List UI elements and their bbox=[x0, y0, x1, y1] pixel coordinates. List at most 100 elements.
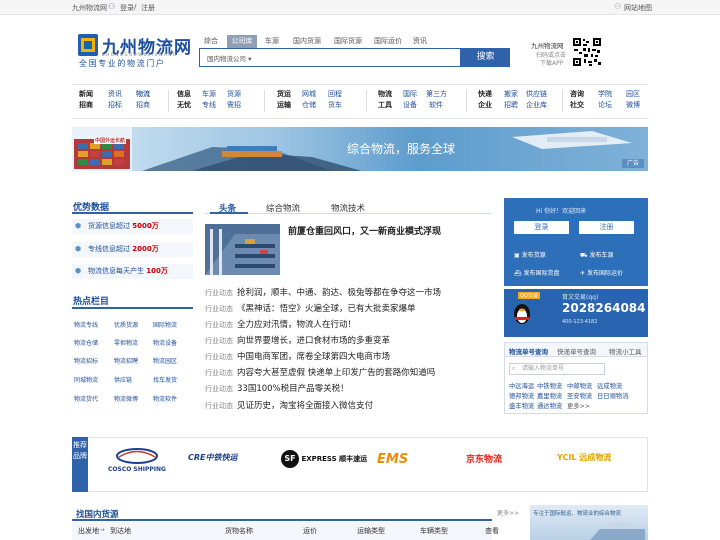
news-item[interactable]: 行业动态 见证历史，淘宝将全面接入微信支付 bbox=[205, 399, 373, 411]
col-from: 出发地 bbox=[78, 527, 99, 535]
carrier-link[interactable]: 日日顺物流 bbox=[597, 391, 628, 400]
nav-link[interactable]: 供应链 bbox=[526, 89, 547, 100]
nav-link[interactable]: 货源 bbox=[227, 89, 241, 100]
nav-link[interactable]: 国际 bbox=[403, 89, 417, 100]
news-item[interactable]: 行业动态 内容夸大甚至虚假 快递单上印发广告的套路你知道吗 bbox=[205, 366, 435, 378]
nav-link[interactable]: 企业库 bbox=[526, 100, 547, 111]
domestic-more-link[interactable]: 更多>> bbox=[497, 508, 519, 517]
carrier-link[interactable]: 中远海运 bbox=[509, 381, 534, 390]
brand-ems[interactable]: EMS bbox=[377, 452, 408, 467]
nav-link[interactable]: 招聘 bbox=[504, 100, 518, 111]
nav-link[interactable]: 回程 bbox=[328, 89, 342, 100]
tracking-number-input[interactable]: ⌕ 请输入物流单号 bbox=[509, 363, 605, 375]
news-item[interactable]: 行业动态 33国100%税目产品零关税！ bbox=[205, 382, 349, 394]
nav-link[interactable]: 软件 bbox=[429, 100, 443, 111]
hot-item[interactable]: 优质货源 bbox=[114, 320, 138, 329]
search-button[interactable]: 搜索 bbox=[461, 48, 510, 67]
qr-code-icon[interactable] bbox=[572, 37, 602, 67]
nav-link[interactable]: 网城 bbox=[302, 89, 316, 100]
carrier-link[interactable]: 盛丰物流 bbox=[509, 401, 534, 410]
carrier-link[interactable]: 德邦物流 bbox=[509, 391, 534, 400]
hot-item[interactable]: 国际物流 bbox=[153, 320, 177, 329]
nav-link[interactable]: 专线 bbox=[202, 100, 216, 111]
sitemap-link[interactable]: 网站地图 bbox=[624, 3, 652, 13]
search-tab-domestic[interactable]: 国内货源 bbox=[289, 35, 325, 48]
nav-link[interactable]: 物流 bbox=[136, 89, 150, 100]
hot-item[interactable]: 物流货代 bbox=[74, 394, 98, 403]
brand-ycil[interactable]: YCIL 远成物流 bbox=[557, 452, 611, 463]
carrier-link[interactable]: 嘉里物流 bbox=[537, 391, 562, 400]
tab-small-tools[interactable]: 物流小工具 bbox=[609, 346, 642, 356]
login-link[interactable]: 登录 bbox=[120, 3, 134, 13]
banner-ad[interactable]: 中国外运长航 综合物流，服务全球 广告 bbox=[72, 127, 648, 171]
hot-item[interactable]: 找车发货 bbox=[153, 375, 177, 384]
hot-item[interactable]: 物流招标 bbox=[74, 356, 98, 365]
post-cargo-button[interactable]: ▣ 发布货源 bbox=[514, 250, 546, 259]
search-tab-intl[interactable]: 国际货源 bbox=[330, 35, 366, 48]
nav-link[interactable]: 第三方 bbox=[426, 89, 447, 100]
nav-link[interactable]: 资讯 bbox=[108, 89, 122, 100]
site-link[interactable]: 九州物流网 bbox=[72, 3, 107, 13]
nav-link[interactable]: 仓储 bbox=[302, 100, 316, 111]
nav-link[interactable]: 学院 bbox=[598, 89, 612, 100]
nav-link[interactable]: 招商 bbox=[136, 100, 150, 111]
carrier-link[interactable]: 圣安物流 bbox=[567, 391, 592, 400]
hot-item[interactable]: 供应链 bbox=[114, 375, 132, 384]
search-tab-intl-price[interactable]: 国际运价 bbox=[370, 35, 406, 48]
tab-logistics-tracking[interactable]: 物流单号查询 bbox=[509, 346, 548, 356]
register-link[interactable]: 注册 bbox=[141, 3, 155, 13]
nav-link[interactable]: 需招 bbox=[227, 100, 241, 111]
register-button[interactable]: 注册 bbox=[579, 221, 634, 234]
side-ad[interactable]: 专注于国际航运、物流业的综合物流 bbox=[530, 505, 648, 540]
brand-cre[interactable]: CRE中铁快运 bbox=[188, 452, 238, 463]
nav-link[interactable]: 搬家 bbox=[504, 89, 518, 100]
search-tab-company[interactable]: 公司库 bbox=[227, 35, 257, 48]
nav-divider bbox=[264, 90, 265, 112]
news-item[interactable]: 行业动态 中国电商军团，席卷全球第四大电商市场 bbox=[205, 350, 390, 362]
arrow-right-icon: → bbox=[99, 526, 105, 534]
hot-item[interactable]: 同城物流 bbox=[74, 375, 98, 384]
post-intl-price-button[interactable]: ✈ 发布国际运价 bbox=[580, 268, 623, 277]
hot-item[interactable]: 物流微博 bbox=[114, 394, 138, 403]
more-carriers-link[interactable]: 更多>> bbox=[567, 401, 590, 410]
brand-sf[interactable]: SF EXPRESS 顺丰速运 bbox=[281, 450, 367, 468]
nav-link[interactable]: 货车 bbox=[328, 100, 342, 111]
news-item[interactable]: 行业动态 抢利润，顺丰、中通、韵达、极兔等都在争夺这一市场 bbox=[205, 286, 441, 298]
login-button[interactable]: 登录 bbox=[514, 221, 569, 234]
carrier-link[interactable]: 中邮物流 bbox=[567, 381, 592, 390]
brand-jd[interactable]: 京东物流 bbox=[466, 452, 502, 465]
app-title: 九州物流网 bbox=[531, 42, 564, 50]
search-select[interactable]: 国内物流公司 ▾ bbox=[207, 53, 251, 63]
carrier-link[interactable]: 中铁物流 bbox=[537, 381, 562, 390]
nav-link[interactable]: 论坛 bbox=[598, 100, 612, 111]
news-item[interactable]: 行业动态 全力应对汛情，物流人在行动！ bbox=[205, 318, 356, 330]
carrier-link[interactable]: 远成物流 bbox=[597, 381, 622, 390]
hot-item[interactable]: 物流仓储 bbox=[74, 338, 98, 347]
search-tab-vehicle[interactable]: 车源 bbox=[263, 35, 281, 48]
nav-link[interactable]: 微博 bbox=[626, 100, 640, 111]
hot-item[interactable]: 物流专线 bbox=[74, 320, 98, 329]
greeting: Hi 你好！欢迎回来 bbox=[536, 208, 587, 215]
headline-image[interactable] bbox=[205, 224, 280, 275]
search-tab-news[interactable]: 资讯 bbox=[410, 35, 430, 48]
nav-link[interactable]: 车源 bbox=[202, 89, 216, 100]
qq-box[interactable]: QQ交谈 育文交易(qq) 2028264084 400-123-4182 bbox=[504, 289, 648, 337]
nav-link[interactable]: 招标 bbox=[108, 100, 122, 111]
post-vehicle-button[interactable]: ⛟ 发布车源 bbox=[580, 250, 614, 260]
search-tab-all[interactable]: 综合 bbox=[201, 35, 221, 48]
headline-title[interactable]: 前厦仓重回风口，又一新商业模式浮现 bbox=[288, 224, 441, 237]
hot-item[interactable]: 物流设备 bbox=[153, 338, 177, 347]
hot-item[interactable]: 零担物流 bbox=[114, 338, 138, 347]
hot-item[interactable]: 物流软件 bbox=[153, 394, 177, 403]
news-item[interactable]: 行业动态 《黑神话：悟空》火遍全球，已有大批卖家爆单 bbox=[205, 302, 416, 314]
brand-cosco[interactable]: COSCO SHIPPING bbox=[108, 448, 166, 473]
news-item[interactable]: 行业动态 向世界要增长，进口食材市场的多重变革 bbox=[205, 334, 390, 346]
tab-express-tracking[interactable]: 快递单号查询 bbox=[557, 346, 596, 356]
hot-item[interactable]: 物流招聘 bbox=[114, 356, 138, 365]
nav-link[interactable]: 园区 bbox=[626, 89, 640, 100]
carrier-link[interactable]: 通达物流 bbox=[537, 401, 562, 410]
hot-item[interactable]: 物流园区 bbox=[153, 356, 177, 365]
nav-link[interactable]: 设备 bbox=[403, 100, 417, 111]
post-intl-cargo-button[interactable]: ⛴ 发布国际货盘 bbox=[514, 268, 560, 277]
logo-icon[interactable] bbox=[78, 34, 98, 56]
